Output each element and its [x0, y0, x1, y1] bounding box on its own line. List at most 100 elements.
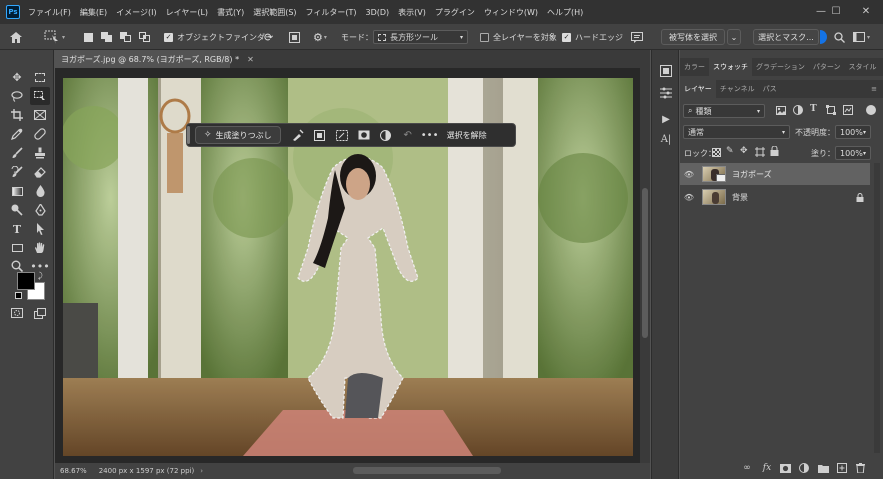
vertical-scrollbar[interactable] — [640, 68, 650, 463]
blur-tool-icon[interactable] — [30, 182, 50, 200]
home-icon[interactable] — [10, 24, 22, 50]
select-subject-button[interactable]: 被写体を選択 — [661, 29, 725, 45]
menu-filter[interactable]: フィルター(T) — [306, 7, 357, 18]
maximize-button[interactable]: ☐ — [822, 0, 850, 22]
tab-layers[interactable]: レイヤー — [680, 80, 716, 98]
show-all-objects-icon[interactable] — [289, 24, 300, 50]
all-layers-checkbox[interactable]: 全レイヤーを対象 — [480, 24, 557, 50]
type-tool-icon[interactable]: T — [7, 220, 27, 238]
menu-layer[interactable]: レイヤー(L) — [166, 7, 208, 18]
mode-dropdown[interactable]: 長方形ツール ▾ — [373, 30, 468, 44]
tab-swatches[interactable]: スウォッチ — [709, 58, 752, 76]
tab-styles[interactable]: スタイル — [845, 58, 881, 76]
opacity-field[interactable]: 100% ▾ — [835, 125, 871, 139]
select-subject-dropdown-icon[interactable]: ⌄ — [727, 29, 741, 45]
filter-smart-object-icon[interactable] — [843, 105, 853, 115]
menu-plugins[interactable]: プラグイン — [435, 7, 475, 18]
content-credentials-icon[interactable] — [631, 24, 643, 50]
layers-scrollbar[interactable] — [874, 163, 880, 453]
gradient-tool-icon[interactable] — [7, 182, 27, 200]
filter-type-icon[interactable]: T — [810, 104, 817, 114]
menu-view[interactable]: 表示(V) — [398, 7, 426, 18]
move-tool-icon[interactable]: ✥ — [7, 68, 27, 86]
path-selection-tool-icon[interactable] — [30, 220, 50, 238]
visibility-eye-icon[interactable]: 👁 — [680, 193, 698, 202]
intersect-selection-icon[interactable] — [139, 24, 150, 50]
status-menu-icon[interactable]: › — [200, 467, 203, 475]
layer-row-background[interactable]: 👁 背景 — [680, 186, 870, 208]
pen-tool-icon[interactable] — [30, 201, 50, 219]
invert-selection-icon[interactable] — [309, 129, 331, 141]
menu-select[interactable]: 選択範囲(S) — [253, 7, 296, 18]
layer-row-yoga-pose[interactable]: 👁 ヨガポーズ — [680, 163, 870, 185]
delete-layer-trash-icon[interactable] — [853, 462, 867, 474]
new-group-folder-icon[interactable] — [816, 462, 830, 474]
swap-colors-icon[interactable]: ⤸ — [38, 271, 43, 281]
object-selection-tool-icon[interactable]: ▾ — [44, 24, 65, 50]
layer-filter-dropdown[interactable]: ⌕ 種類 ▾ — [683, 104, 765, 118]
visibility-eye-icon[interactable]: 👁 — [680, 170, 698, 179]
history-panel-icon[interactable] — [659, 64, 673, 78]
adjustment-layer-icon[interactable] — [375, 129, 397, 141]
transform-selection-icon[interactable] — [331, 129, 353, 141]
actions-play-icon[interactable]: ▶ — [659, 112, 673, 126]
horizontal-scroll-thumb[interactable] — [353, 467, 501, 474]
hand-tool-icon[interactable] — [30, 239, 50, 257]
menu-window[interactable]: ウィンドウ(W) — [484, 7, 538, 18]
new-adjustment-layer-icon[interactable] — [797, 462, 811, 474]
clone-stamp-tool-icon[interactable] — [30, 144, 50, 162]
more-options-icon[interactable]: ••• — [419, 130, 441, 141]
eraser-tool-icon[interactable] — [30, 163, 50, 181]
eyedropper-tool-icon[interactable] — [7, 125, 27, 143]
close-icon[interactable]: ✕ — [247, 55, 254, 64]
gear-icon[interactable]: ⚙ ▾ — [313, 24, 327, 50]
lock-position-icon[interactable]: ✥ — [740, 146, 748, 156]
menu-file[interactable]: ファイル(F) — [28, 7, 71, 18]
object-selection-tool-icon[interactable] — [30, 87, 50, 105]
vertical-scroll-thumb[interactable] — [642, 188, 648, 338]
tab-patterns[interactable]: パターン — [809, 58, 845, 76]
hard-edge-checkbox[interactable]: ✓ ハードエッジ — [562, 24, 623, 50]
subtract-from-selection-icon[interactable] — [120, 24, 131, 50]
drag-handle[interactable] — [187, 126, 190, 144]
foreground-color-swatch[interactable] — [17, 272, 35, 290]
object-finder-checkbox[interactable]: ✓ オブジェクトファインダー — [164, 24, 273, 50]
lock-transparent-icon[interactable] — [712, 148, 721, 157]
close-window-button[interactable]: ✕ — [852, 0, 880, 22]
default-colors-icon[interactable] — [15, 292, 22, 299]
refresh-icon[interactable]: ⟳ — [264, 24, 273, 50]
deselect-button[interactable]: 選択を解除 — [447, 130, 487, 141]
layers-panel-menu-icon[interactable]: ≡ — [867, 80, 883, 98]
blend-mode-dropdown[interactable]: 通常 ▾ — [683, 125, 790, 139]
undo-icon[interactable]: ↶ — [397, 130, 419, 141]
search-icon[interactable] — [834, 24, 845, 50]
marquee-tool-icon[interactable] — [30, 68, 50, 86]
crop-tool-icon[interactable] — [7, 106, 27, 124]
spot-healing-tool-icon[interactable] — [30, 125, 50, 143]
menu-3d[interactable]: 3D(D) — [366, 8, 390, 17]
character-panel-icon[interactable]: A| — [659, 132, 673, 146]
menu-image[interactable]: イメージ(I) — [116, 7, 156, 18]
filter-shape-icon[interactable] — [826, 105, 836, 115]
modify-selection-icon[interactable] — [287, 129, 309, 141]
lock-artboard-icon[interactable] — [755, 147, 765, 157]
menu-type[interactable]: 書式(Y) — [217, 7, 244, 18]
menu-help[interactable]: ヘルプ(H) — [547, 7, 583, 18]
dodge-tool-icon[interactable] — [7, 201, 27, 219]
select-and-mask-button[interactable]: 選択とマスク... — [753, 29, 819, 45]
screen-mode-icon[interactable] — [30, 304, 50, 322]
workspace-icon[interactable]: ▾ — [853, 24, 870, 50]
tab-gradients[interactable]: グラデーション — [752, 58, 809, 76]
lock-image-icon[interactable]: ✎ — [726, 146, 734, 156]
add-mask-icon[interactable] — [778, 462, 792, 474]
menu-edit[interactable]: 編集(E) — [80, 7, 107, 18]
zoom-level[interactable]: 68.67% — [60, 467, 87, 475]
add-to-selection-icon[interactable] — [101, 24, 112, 50]
layer-style-fx-icon[interactable]: fx — [760, 462, 774, 474]
tab-color[interactable]: カラー — [680, 58, 709, 76]
lasso-tool-icon[interactable] — [7, 87, 27, 105]
brush-tool-icon[interactable] — [7, 144, 27, 162]
rectangle-tool-icon[interactable] — [7, 239, 27, 257]
filter-adjustment-icon[interactable] — [793, 105, 803, 115]
link-layers-icon[interactable]: ∞ — [740, 462, 754, 474]
